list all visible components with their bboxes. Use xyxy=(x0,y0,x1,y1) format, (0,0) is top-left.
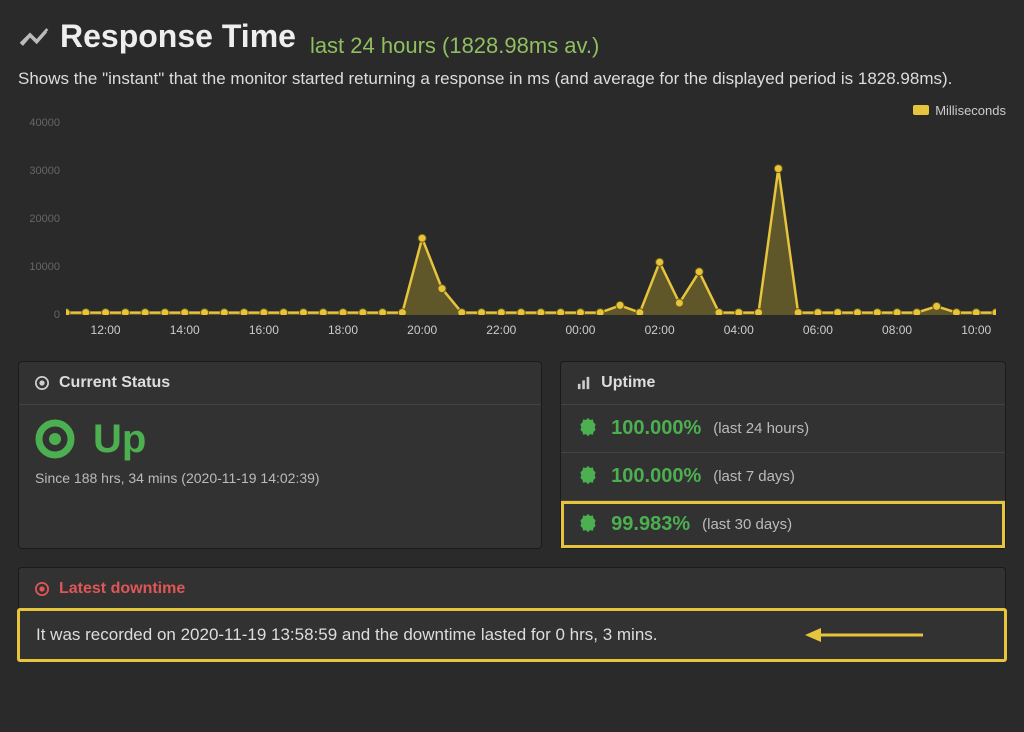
x-tick: 02:00 xyxy=(645,323,675,337)
chart-line-icon xyxy=(18,21,50,53)
x-tick: 00:00 xyxy=(565,323,595,337)
y-tick: 30000 xyxy=(29,165,60,177)
uptime-header: Uptime xyxy=(561,362,1005,405)
panels-row: Current Status Up Since 188 hrs, 34 mins… xyxy=(18,361,1006,549)
bars-icon xyxy=(577,376,591,390)
response-time-chart: Milliseconds 0 10000 20000 30000 40000 12:00… xyxy=(18,103,1006,343)
uptime-row: 100.000% (last 7 days) xyxy=(561,452,1005,500)
x-tick: 06:00 xyxy=(803,323,833,337)
x-tick: 10:00 xyxy=(961,323,991,337)
y-tick: 0 xyxy=(54,309,60,321)
chart-legend: Milliseconds xyxy=(913,103,1006,118)
uptime-row: 100.000% (last 24 hours) xyxy=(561,405,1005,452)
uptime-panel: Uptime 100.000% (last 24 hours) 100.000%… xyxy=(560,361,1006,549)
uptime-rows: 100.000% (last 24 hours) 100.000% (last … xyxy=(561,405,1005,548)
x-tick: 20:00 xyxy=(407,323,437,337)
x-tick: 18:00 xyxy=(328,323,358,337)
page-subtitle: last 24 hours (1828.98ms av.) xyxy=(310,33,599,59)
title-group: Response Time xyxy=(18,18,296,55)
x-tick: 08:00 xyxy=(882,323,912,337)
x-tick: 04:00 xyxy=(724,323,754,337)
legend-label: Milliseconds xyxy=(935,103,1006,118)
status-indicator: Up xyxy=(35,417,525,462)
x-tick: 16:00 xyxy=(249,323,279,337)
record-icon xyxy=(35,376,49,390)
annotation-arrow-icon xyxy=(805,623,925,647)
uptime-percent: 99.983% xyxy=(611,513,690,536)
uptime-percent: 100.000% xyxy=(611,465,701,488)
latest-downtime-title: Latest downtime xyxy=(59,580,185,598)
y-tick: 20000 xyxy=(29,213,60,225)
chart-y-axis: 010000200003000040000 xyxy=(18,123,64,315)
page-description: Shows the "instant" that the monitor sta… xyxy=(18,69,1006,89)
record-down-icon xyxy=(35,582,49,596)
page-header: Response Time last 24 hours (1828.98ms a… xyxy=(18,18,1006,59)
uptime-period: (last 30 days) xyxy=(702,516,792,533)
x-tick: 22:00 xyxy=(486,323,516,337)
status-badge-icon xyxy=(577,417,599,439)
y-tick: 40000 xyxy=(29,117,60,129)
legend-swatch xyxy=(913,105,929,115)
status-badge-icon xyxy=(577,465,599,487)
page-title: Response Time xyxy=(60,18,296,55)
status-up-icon xyxy=(35,419,75,459)
downtime-body-wrap: It was recorded on 2020-11-19 13:58:59 a… xyxy=(19,608,1005,662)
uptime-period: (last 7 days) xyxy=(713,468,795,485)
current-status-panel: Current Status Up Since 188 hrs, 34 mins… xyxy=(18,361,542,549)
chart-plot-area xyxy=(66,123,996,315)
chart-svg xyxy=(66,123,996,315)
chart-x-axis: 12:00 14:00 16:00 18:00 20:00 22:00 00:00 02:00… xyxy=(66,319,996,343)
x-tick: 12:00 xyxy=(91,323,121,337)
uptime-row: 99.983% (last 30 days) xyxy=(561,500,1005,548)
uptime-title: Uptime xyxy=(601,374,655,392)
current-status-title: Current Status xyxy=(59,374,170,392)
x-tick: 14:00 xyxy=(170,323,200,337)
status-badge-icon xyxy=(577,513,599,535)
latest-downtime-panel: Latest downtime It was recorded on 2020-… xyxy=(18,567,1006,661)
status-since: Since 188 hrs, 34 mins (2020-11-19 14:02… xyxy=(35,470,525,486)
uptime-percent: 100.000% xyxy=(611,417,701,440)
y-tick: 10000 xyxy=(29,261,60,273)
current-status-header: Current Status xyxy=(19,362,541,405)
uptime-period: (last 24 hours) xyxy=(713,420,809,437)
status-text: Up xyxy=(93,417,146,462)
status-body: Up Since 188 hrs, 34 mins (2020-11-19 14… xyxy=(19,405,541,504)
latest-downtime-header: Latest downtime xyxy=(19,568,1005,610)
